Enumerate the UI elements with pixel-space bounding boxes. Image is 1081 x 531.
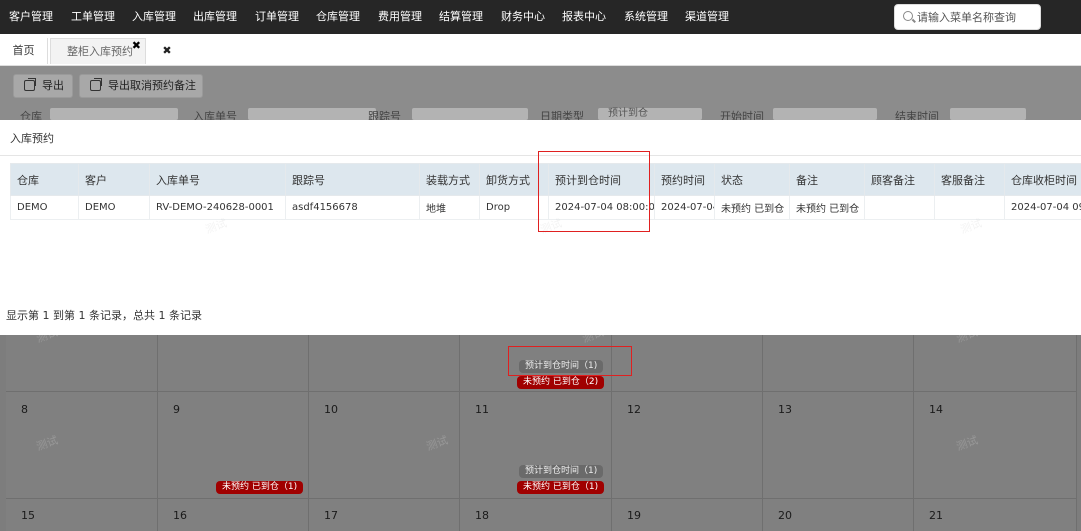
cell-loading: 地堆 bbox=[419, 195, 480, 220]
day-number: 20 bbox=[778, 509, 792, 522]
day-number: 11 bbox=[475, 403, 489, 416]
filter-date-type-select[interactable]: 预计到仓 bbox=[598, 108, 702, 120]
col-remark[interactable]: 备注 bbox=[789, 163, 865, 196]
menu-workorder[interactable]: 工单管理 bbox=[71, 0, 115, 34]
calendar-day[interactable] bbox=[309, 335, 460, 392]
col-inbound-no[interactable]: 入库单号 bbox=[149, 163, 286, 196]
export-label: 导出 bbox=[42, 79, 64, 92]
calendar-day[interactable]: 11 预计到仓时间（1) 未预约 已到仓（1) bbox=[460, 392, 612, 499]
calendar-day[interactable]: 8 bbox=[6, 392, 158, 499]
day-number: 18 bbox=[475, 509, 489, 522]
filter-end-input[interactable] bbox=[950, 108, 1026, 120]
col-booking-time[interactable]: 预约时间 bbox=[654, 163, 715, 196]
filter-tracking-no-input[interactable] bbox=[412, 108, 528, 120]
col-receive-time[interactable]: 仓库收柜时间 bbox=[1004, 163, 1081, 196]
tab-home[interactable]: 首页 bbox=[0, 38, 48, 64]
col-loading[interactable]: 装载方式 bbox=[419, 163, 480, 196]
filter-start-input[interactable] bbox=[773, 108, 877, 120]
col-service-remark[interactable]: 客服备注 bbox=[934, 163, 1005, 196]
cell-warehouse: DEMO bbox=[10, 195, 79, 220]
day-number: 10 bbox=[324, 403, 338, 416]
cell-remark: 未预约 已到仓 bbox=[789, 195, 865, 220]
calendar-day[interactable] bbox=[763, 335, 914, 392]
day-number: 15 bbox=[21, 509, 35, 522]
tab-bar: 首页 整柜入库预约 ✖ ✖ bbox=[0, 34, 1081, 66]
menu-reports[interactable]: 报表中心 bbox=[562, 0, 606, 34]
menu-outbound[interactable]: 出库管理 bbox=[193, 0, 237, 34]
col-tracking-no[interactable]: 跟踪号 bbox=[285, 163, 420, 196]
calendar-day[interactable] bbox=[6, 335, 158, 392]
menu-fees[interactable]: 费用管理 bbox=[378, 0, 422, 34]
day-number: 17 bbox=[324, 509, 338, 522]
export-icon bbox=[90, 78, 102, 91]
calendar-day[interactable]: 21 bbox=[914, 499, 1077, 531]
cell-booking-time: 2024-07-04 bbox=[654, 195, 715, 220]
day-number: 21 bbox=[929, 509, 943, 522]
calendar-day[interactable]: 13 bbox=[763, 392, 914, 499]
menu-customer[interactable]: 客户管理 bbox=[9, 0, 53, 34]
calendar-day[interactable] bbox=[612, 335, 763, 392]
top-nav: 客户管理 工单管理 入库管理 出库管理 订单管理 仓库管理 费用管理 结算管理 … bbox=[0, 0, 1081, 34]
menu-channel[interactable]: 渠道管理 bbox=[685, 0, 729, 34]
calendar-day[interactable]: 12 bbox=[612, 392, 763, 499]
export-icon bbox=[24, 78, 36, 91]
menu-settlement[interactable]: 结算管理 bbox=[439, 0, 483, 34]
panel-title: 入库预约 bbox=[10, 132, 54, 145]
export-cancel-note-button[interactable]: 导出取消预约备注 bbox=[79, 74, 203, 98]
menu-warehouse[interactable]: 仓库管理 bbox=[316, 0, 360, 34]
day-number: 9 bbox=[173, 403, 180, 416]
close-all-tabs-button[interactable]: ✖ bbox=[150, 38, 184, 64]
calendar-day[interactable] bbox=[914, 335, 1077, 392]
cell-receive-time: 2024-07-04 09:5 bbox=[1004, 195, 1081, 220]
close-icon[interactable]: ✖ bbox=[132, 33, 141, 59]
calendar-day[interactable]: 16 bbox=[158, 499, 309, 531]
filter-warehouse-select[interactable] bbox=[50, 108, 178, 120]
calendar-day[interactable]: 15 bbox=[6, 499, 158, 531]
calendar-day[interactable]: 19 bbox=[612, 499, 763, 531]
tab-container-booking-label: 整柜入库预约 bbox=[67, 45, 133, 58]
day-number: 12 bbox=[627, 403, 641, 416]
search-icon bbox=[903, 11, 913, 21]
export-button[interactable]: 导出 bbox=[13, 74, 73, 98]
day-number: 16 bbox=[173, 509, 187, 522]
col-status[interactable]: 状态 bbox=[714, 163, 790, 196]
cell-tracking-no: asdf4156678 bbox=[285, 195, 420, 220]
highlight-eta-column bbox=[538, 151, 650, 232]
status-link[interactable]: 未预约 已到仓 bbox=[714, 195, 790, 220]
calendar-day[interactable]: 14 bbox=[914, 392, 1077, 499]
col-warehouse[interactable]: 仓库 bbox=[10, 163, 79, 196]
menu-search[interactable] bbox=[894, 4, 1041, 30]
status-count-badge[interactable]: 未预约 已到仓（1) bbox=[216, 481, 304, 494]
menu-system[interactable]: 系统管理 bbox=[624, 0, 668, 34]
cell-customer: DEMO bbox=[78, 195, 150, 220]
cell-customer-remark bbox=[864, 195, 935, 220]
calendar-day[interactable] bbox=[158, 335, 309, 392]
highlight-eta-badge bbox=[508, 346, 632, 376]
menu-search-input[interactable] bbox=[917, 8, 1035, 26]
export-cancel-note-label: 导出取消预约备注 bbox=[108, 79, 196, 92]
day-number: 13 bbox=[778, 403, 792, 416]
col-customer[interactable]: 客户 bbox=[78, 163, 150, 196]
calendar-day[interactable]: 17 bbox=[309, 499, 460, 531]
menu-inbound[interactable]: 入库管理 bbox=[132, 0, 176, 34]
calendar-day[interactable]: 9 未预约 已到仓（1) bbox=[158, 392, 309, 499]
day-number: 19 bbox=[627, 509, 641, 522]
tab-container-booking[interactable]: 整柜入库预约 ✖ bbox=[50, 38, 146, 64]
filter-inbound-no-input[interactable] bbox=[248, 108, 376, 120]
day-number: 8 bbox=[21, 403, 28, 416]
pagination-summary: 显示第 1 到第 1 条记录，总共 1 条记录 bbox=[6, 309, 202, 322]
cell-service-remark bbox=[934, 195, 1005, 220]
calendar-day[interactable]: 18 bbox=[460, 499, 612, 531]
status-count-badge[interactable]: 未预约 已到仓（1) bbox=[517, 481, 605, 494]
calendar-day[interactable]: 20 bbox=[763, 499, 914, 531]
menu-orders[interactable]: 订单管理 bbox=[255, 0, 299, 34]
eta-count-badge[interactable]: 预计到仓时间（1) bbox=[519, 465, 604, 478]
status-count-badge[interactable]: 未预约 已到仓（2) bbox=[517, 376, 605, 389]
col-customer-remark[interactable]: 顾客备注 bbox=[864, 163, 935, 196]
day-number: 14 bbox=[929, 403, 943, 416]
menu-finance[interactable]: 财务中心 bbox=[501, 0, 545, 34]
